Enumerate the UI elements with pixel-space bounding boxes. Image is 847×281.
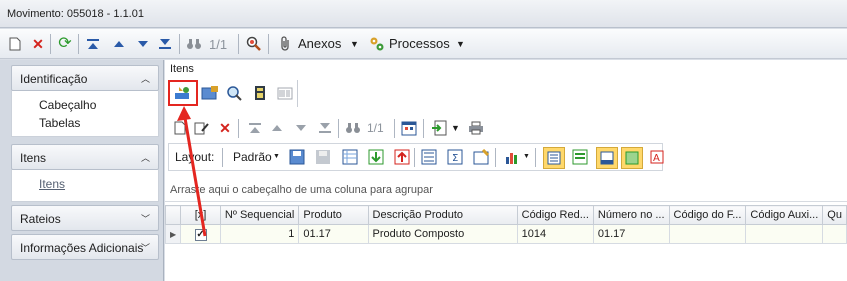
annotation-arrow	[177, 106, 207, 237]
